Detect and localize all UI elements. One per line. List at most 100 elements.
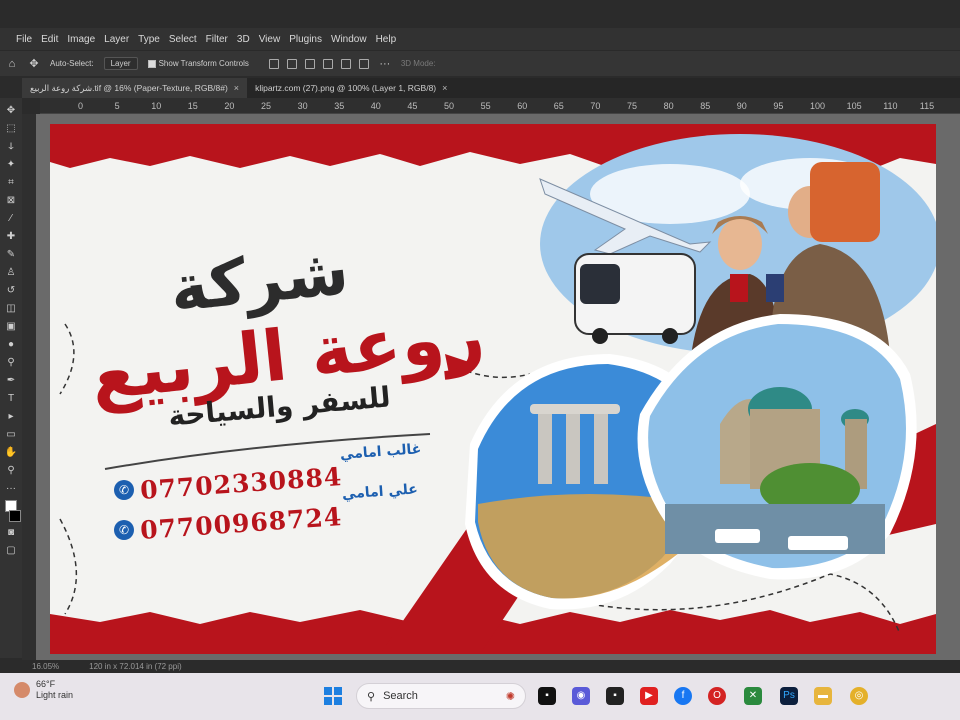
marina-bay-tower [538, 414, 552, 484]
chrome-icon[interactable]: ◎ [850, 687, 868, 705]
ruler-tick-label: 65 [553, 101, 564, 111]
ruler-tick-label: 0 [78, 101, 84, 111]
windows-taskbar: 66°F Light rain ⚲ Search ✺ ▪ ◉ ▪ ▶ f O ✕… [0, 673, 960, 720]
align-right-icon[interactable] [304, 58, 315, 69]
bus-windshield [580, 264, 620, 304]
gradient-tool-icon[interactable]: ▣ [4, 320, 18, 334]
menu-3d[interactable]: 3D [237, 34, 250, 45]
healing-brush-icon[interactable]: ✚ [4, 230, 18, 244]
weather-desc: Light rain [36, 690, 74, 700]
ruler-tick-label: 90 [736, 101, 747, 111]
tab-klipartz-document[interactable]: klipartz.com (27).png @ 100% (Layer 1, R… [247, 78, 455, 98]
zoom-tool-icon[interactable]: ⚲ [4, 464, 18, 478]
zoom-level[interactable]: 16.05% [32, 662, 59, 671]
flyer-canvas[interactable]: شركة روعة الربيع للسفر والسياحة غالب اما… [50, 124, 936, 654]
ruler-tick-label: 60 [517, 101, 528, 111]
xbox-icon[interactable]: ✕ [744, 687, 762, 705]
hand-tool-icon[interactable]: ✋ [4, 446, 18, 460]
crop-tool-icon[interactable]: ⌗ [4, 176, 18, 190]
file-explorer-icon[interactable]: ▬ [814, 687, 832, 705]
align-middle-icon[interactable] [340, 58, 351, 69]
marina-bay-skypark [530, 404, 620, 414]
menu-view[interactable]: View [259, 34, 281, 45]
path-select-icon[interactable]: ▸ [4, 410, 18, 424]
weather-widget[interactable]: 66°F Light rain [14, 679, 73, 701]
move-tool-icon[interactable]: ✥ [4, 104, 18, 118]
auto-select-label: Auto-Select: [50, 59, 94, 68]
photoshop-icon[interactable]: Ps [780, 687, 798, 705]
decorative-dashes [59, 518, 78, 615]
tab-label: klipartz.com (27).png @ 100% (Layer 1, R… [255, 83, 437, 93]
menu-bar: File Edit Image Layer Type Select Filter… [0, 28, 960, 50]
ruler-tick-label: 85 [700, 101, 711, 111]
passport [766, 274, 784, 302]
transform-checkbox[interactable] [147, 59, 156, 68]
ruler-tick-label: 15 [187, 101, 198, 111]
shape-tool-icon[interactable]: ▭ [4, 428, 18, 442]
home-icon[interactable]: ⌂ [6, 58, 18, 70]
document-tabs: شركة روعة الربيع.tif @ 16% (Paper-Textur… [22, 78, 960, 98]
menu-help[interactable]: Help [376, 34, 397, 45]
eraser-icon[interactable]: ◫ [4, 302, 18, 316]
vertical-ruler [22, 114, 36, 660]
windows-start-icon[interactable] [324, 687, 342, 705]
dodge-tool-icon[interactable]: ⚲ [4, 356, 18, 370]
opera-icon[interactable]: O [708, 687, 726, 705]
menu-file[interactable]: File [16, 34, 32, 45]
eyedropper-icon[interactable]: ⁄ [4, 212, 18, 226]
menu-layer[interactable]: Layer [104, 34, 129, 45]
ruler-tick-label: 5 [114, 101, 120, 111]
marquee-tool-icon[interactable]: ⬚ [4, 122, 18, 136]
quick-mask-icon[interactable]: ◙ [4, 526, 18, 540]
ruler-tick-label: 35 [334, 101, 345, 111]
berlin-river [665, 504, 885, 554]
app-icon[interactable]: ▪ [606, 687, 624, 705]
river-boat [788, 536, 848, 550]
taskbar-search[interactable]: ⚲ Search ✺ [356, 683, 526, 709]
youtube-icon[interactable]: ▶ [640, 687, 658, 705]
background-color-swatch[interactable] [9, 510, 21, 522]
woman-face [718, 218, 762, 270]
magic-wand-icon[interactable]: ✦ [4, 158, 18, 172]
align-bottom-icon[interactable] [358, 58, 369, 69]
menu-plugins[interactable]: Plugins [289, 34, 322, 45]
lasso-tool-icon[interactable]: ↆ [4, 140, 18, 154]
align-left-icon[interactable] [268, 58, 279, 69]
menu-image[interactable]: Image [67, 34, 95, 45]
pen-tool-icon[interactable]: ✒ [4, 374, 18, 388]
marina-bay-tower [566, 412, 580, 484]
move-tool-icon[interactable]: ✥ [28, 58, 40, 70]
close-icon[interactable]: × [234, 83, 239, 93]
menu-type[interactable]: Type [138, 34, 160, 45]
stamp-tool-icon[interactable]: ♙ [4, 266, 18, 280]
menu-window[interactable]: Window [331, 34, 367, 45]
close-icon[interactable]: × [442, 83, 447, 93]
frame-tool-icon[interactable]: ⊠ [4, 194, 18, 208]
more-options-icon[interactable]: ··· [379, 58, 391, 70]
blur-tool-icon[interactable]: ● [4, 338, 18, 352]
align-top-icon[interactable] [322, 58, 333, 69]
ruler-tick-label: 75 [627, 101, 638, 111]
brush-tool-icon[interactable]: ✎ [4, 248, 18, 262]
screen-mode-icon[interactable]: ▢ [4, 544, 18, 558]
history-brush-icon[interactable]: ↺ [4, 284, 18, 298]
ruler-tick-label: 80 [663, 101, 674, 111]
align-center-icon[interactable] [286, 58, 297, 69]
facebook-icon[interactable]: f [674, 687, 692, 705]
ruler-tick-label: 30 [297, 101, 308, 111]
edit-toolbar-icon[interactable]: ··· [4, 482, 18, 496]
tab-flyer-document[interactable]: شركة روعة الربيع.tif @ 16% (Paper-Textur… [22, 78, 248, 98]
task-view-icon[interactable]: ▪ [538, 687, 556, 705]
3d-mode-label: 3D Mode: [400, 59, 436, 68]
status-bar: 16.05% 120 in x 72.014 in (72 ppi) [22, 660, 960, 672]
align-buttons [268, 58, 369, 69]
type-tool-icon[interactable]: T [4, 392, 18, 406]
bus-wheel [662, 328, 678, 344]
auto-select-dropdown[interactable]: Layer [103, 57, 138, 70]
teams-chat-icon[interactable]: ◉ [572, 687, 590, 705]
show-transform-controls[interactable]: Show Transform Controls [147, 59, 249, 68]
menu-edit[interactable]: Edit [41, 34, 58, 45]
menu-select[interactable]: Select [169, 34, 197, 45]
menu-filter[interactable]: Filter [206, 34, 228, 45]
ruler-tick-label: 20 [224, 101, 235, 111]
